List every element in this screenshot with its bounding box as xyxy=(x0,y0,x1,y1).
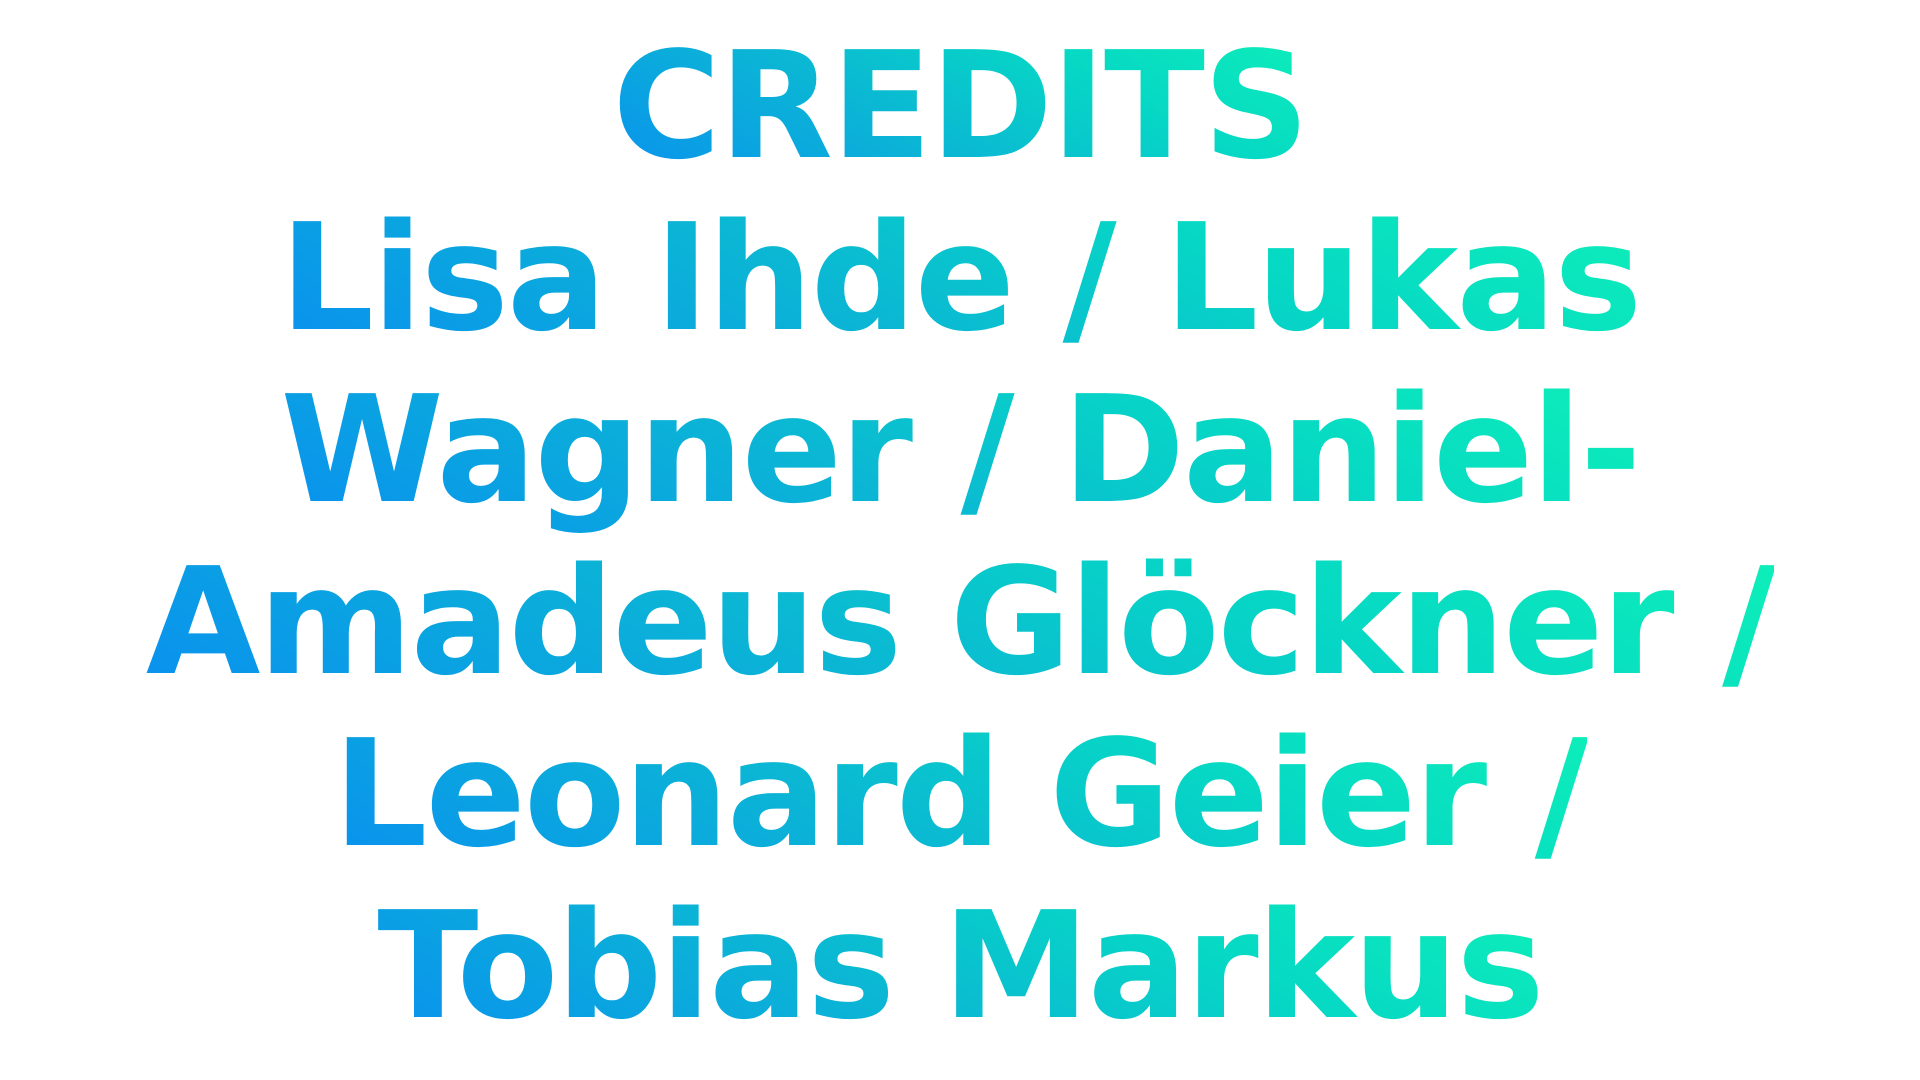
credits-line-3: Amadeus Glöckner / xyxy=(145,536,1776,708)
credits-line-4: Leonard Geier / xyxy=(333,708,1589,880)
credits-block: CREDITS Lisa Ihde / Lukas Wagner / Danie… xyxy=(0,0,1920,1080)
credits-title: CREDITS xyxy=(612,20,1309,192)
credits-line-1: Lisa Ihde / Lukas xyxy=(279,192,1642,364)
credits-line-2: Wagner / Daniel- xyxy=(280,364,1642,536)
credits-line-5: Tobias Markus xyxy=(377,880,1544,1052)
